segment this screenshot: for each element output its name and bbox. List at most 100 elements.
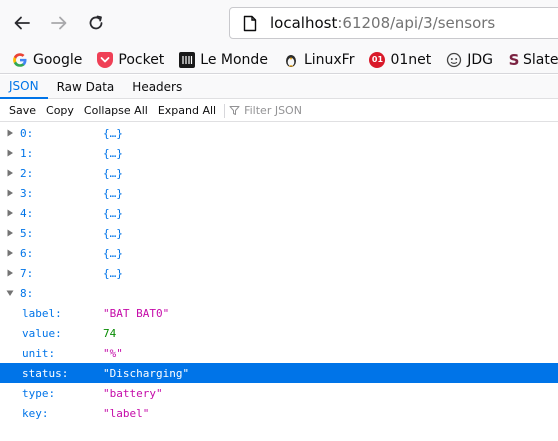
tree-value: "BAT BAT0" [103,306,170,320]
bookmark-pocket[interactable]: Pocket [97,51,165,68]
url-path: :61208/api/3/sensors [337,14,496,32]
bookmark-label: LinuxFr [303,51,355,68]
linuxfr-icon [283,52,299,68]
caret-right-icon[interactable] [6,169,14,177]
tree-key: 1: [20,146,34,160]
bookmark-01net[interactable]: 01 01net [369,51,432,68]
tree-row[interactable]: 4: {…} [0,203,558,223]
bookmark-jdg[interactable]: JDG [446,52,493,68]
tree-row[interactable]: key: "label" [0,403,558,423]
tree-key: 0: [20,126,34,140]
caret-right-icon[interactable] [6,229,14,237]
tab-headers[interactable]: Headers [123,75,191,98]
jdg-icon [446,52,462,68]
tree-key: 2: [20,166,34,180]
tree-value: "battery" [103,386,163,400]
tree-value: {…} [103,266,123,280]
collapse-all-button[interactable]: Collapse All [79,104,153,117]
tree-row[interactable]: unit: "%" [0,343,558,363]
tree-value: {…} [103,126,123,140]
tab-raw-data[interactable]: Raw Data [48,75,124,98]
back-button[interactable] [5,6,39,40]
reload-icon [89,15,103,30]
tree-key: 7: [20,266,34,280]
tree-key: 6: [20,246,34,260]
json-tree: 0: {…} 1: {…} 2: {…} 3: {…} 4: {…} 5: {…… [0,123,558,423]
save-button[interactable]: Save [4,104,41,117]
tree-row-expanded[interactable]: 8: [0,283,558,303]
tree-row[interactable]: type: "battery" [0,383,558,403]
caret-right-icon[interactable] [6,209,14,217]
tree-row[interactable]: 2: {…} [0,163,558,183]
caret-right-icon[interactable] [6,249,14,257]
caret-right-icon[interactable] [6,149,14,157]
caret-right-icon[interactable] [6,189,14,197]
tree-value: {…} [103,246,123,260]
tree-key: status: [22,366,69,380]
tree-row[interactable]: value: 74 [0,323,558,343]
bookmark-slate[interactable]: S Slate.fr [508,50,558,69]
tree-value: {…} [103,206,123,220]
tree-key: key: [22,406,49,420]
bookmark-label: Pocket [118,51,165,68]
bookmark-label: Slate.fr [523,51,558,68]
url-text[interactable]: localhost:61208/api/3/sensors [270,14,495,32]
tree-value: "Discharging" [103,366,190,380]
tree-value: "label" [103,406,150,420]
arrow-right-icon [51,16,67,30]
tree-row[interactable]: 6: {…} [0,243,558,263]
tree-key: 3: [20,186,34,200]
pocket-icon [97,51,114,68]
tree-value: {…} [103,166,123,180]
bookmark-label: Google [33,51,83,68]
tree-row[interactable]: label: "BAT BAT0" [0,303,558,323]
navigation-toolbar: localhost:61208/api/3/sensors [0,0,558,46]
filter-icon [229,106,240,115]
bookmark-linuxfr[interactable]: LinuxFr [283,51,355,68]
reload-button[interactable] [79,6,113,40]
arrow-left-icon [14,16,30,30]
slate-icon: S [508,50,520,69]
url-host: localhost [270,14,338,32]
tree-key: type: [22,386,56,400]
bookmark-lemonde[interactable]: Le Monde [179,51,268,68]
tree-row[interactable]: 0: {…} [0,123,558,143]
bookmark-label: 01net [390,51,432,68]
copy-button[interactable]: Copy [41,104,79,117]
tree-row[interactable]: 3: {…} [0,183,558,203]
tree-key: 5: [20,226,34,240]
filter-json-input[interactable] [244,104,365,117]
tree-row[interactable]: 7: {…} [0,263,558,283]
tree-row-selected[interactable]: status: "Discharging" [0,363,558,383]
tree-value: "%" [103,346,123,360]
01net-icon: 01 [369,51,386,68]
caret-down-icon[interactable] [6,289,14,297]
tab-json[interactable]: JSON [0,75,48,99]
google-icon [12,52,28,68]
tree-key: unit: [22,346,56,360]
json-toolbar: Save Copy Collapse All Expand All [0,100,558,122]
tree-key: value: [22,326,62,340]
tree-row[interactable]: 1: {…} [0,143,558,163]
json-viewer-tabs: JSON Raw Data Headers [0,75,558,99]
caret-right-icon[interactable] [6,129,14,137]
tree-value: {…} [103,226,123,240]
tree-key: label: [22,306,62,320]
bookmark-google[interactable]: Google [12,52,82,68]
tree-value: {…} [103,186,123,200]
tree-value: {…} [103,146,123,160]
tree-value: 74 [103,326,117,340]
bookmark-label: JDG [467,51,494,68]
lemonde-icon [179,51,196,68]
tree-row[interactable]: 5: {…} [0,223,558,243]
toolbar-separator [224,103,226,118]
tree-key: 8: [20,286,34,300]
caret-right-icon[interactable] [6,269,14,277]
filter-box [229,104,365,117]
page-icon [242,14,258,32]
bookmark-label: Le Monde [200,51,268,68]
address-bar[interactable]: localhost:61208/api/3/sensors [229,7,558,39]
forward-button[interactable] [42,6,76,40]
tree-key: 4: [20,206,34,220]
expand-all-button[interactable]: Expand All [153,104,221,117]
